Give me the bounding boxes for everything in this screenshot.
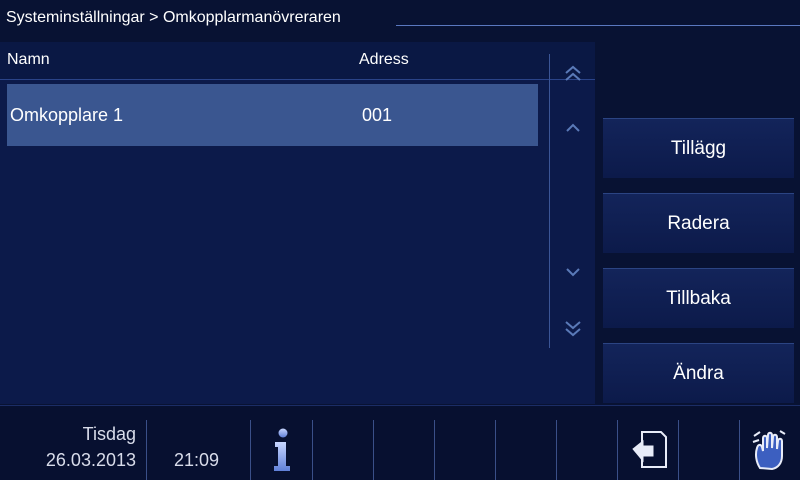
scroll-down-button[interactable] bbox=[550, 252, 596, 292]
column-header-name: Namn bbox=[7, 51, 50, 68]
column-header-address: Adress bbox=[359, 51, 409, 68]
divider bbox=[678, 420, 679, 480]
list-item-address: 001 bbox=[362, 105, 393, 125]
divider bbox=[373, 420, 374, 480]
double-chevron-up-icon bbox=[565, 65, 581, 81]
divider bbox=[146, 420, 147, 480]
chevron-up-icon bbox=[566, 123, 580, 132]
info-button[interactable] bbox=[251, 420, 312, 480]
time-label: 21:09 bbox=[174, 450, 220, 470]
scroll-controls bbox=[549, 54, 595, 348]
list-item[interactable]: Omkopplare 1 001 bbox=[7, 84, 538, 146]
scroll-to-top-button[interactable] bbox=[550, 54, 596, 94]
status-bar: Tisdag 26.03.2013 21:09 bbox=[0, 405, 800, 480]
clean-hand-icon bbox=[752, 430, 786, 471]
title-divider bbox=[396, 25, 800, 26]
scroll-up-button[interactable] bbox=[550, 108, 596, 148]
return-button[interactable] bbox=[618, 420, 679, 480]
divider bbox=[495, 420, 496, 480]
breadcrumb: Systeminställningar > Omkopplarmanövrera… bbox=[6, 9, 341, 26]
edit-button[interactable]: Ändra bbox=[603, 343, 794, 403]
divider bbox=[312, 420, 313, 480]
back-button[interactable]: Tillbaka bbox=[603, 268, 794, 328]
switch-list-panel: Namn Adress Omkopplare 1 001 bbox=[0, 42, 595, 404]
title-bar: Systeminställningar > Omkopplarmanövrera… bbox=[0, 0, 800, 36]
list-header: Namn Adress bbox=[0, 42, 595, 80]
divider bbox=[556, 420, 557, 480]
double-chevron-down-icon bbox=[565, 321, 581, 337]
date-label: 26.03.2013 bbox=[45, 450, 136, 470]
delete-button[interactable]: Radera bbox=[603, 193, 794, 253]
scroll-to-bottom-button[interactable] bbox=[550, 308, 596, 348]
divider bbox=[434, 420, 435, 480]
info-icon bbox=[273, 428, 290, 471]
list-item-name: Omkopplare 1 bbox=[10, 105, 124, 125]
chevron-down-icon bbox=[566, 268, 580, 277]
return-icon bbox=[631, 431, 667, 468]
day-label: Tisdag bbox=[82, 424, 136, 444]
screen: Systeminställningar > Omkopplarmanövrera… bbox=[0, 0, 800, 480]
clean-screen-button[interactable] bbox=[740, 420, 800, 480]
add-button[interactable]: Tillägg bbox=[603, 118, 794, 178]
